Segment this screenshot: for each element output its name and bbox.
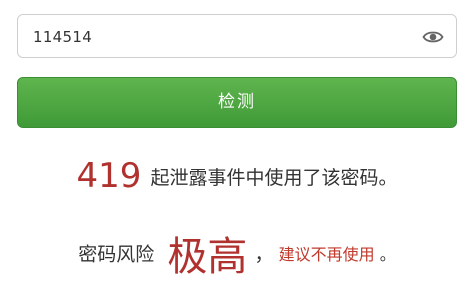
- risk-separator: ，: [254, 243, 274, 266]
- password-input[interactable]: 114514: [17, 14, 457, 58]
- leak-text: 起泄露事件中使用了该密码。: [150, 166, 398, 189]
- risk-label: 密码风险: [78, 243, 155, 266]
- risk-level: 极高: [167, 234, 248, 280]
- risk-advice: 建议不再使用: [278, 245, 375, 264]
- eye-icon[interactable]: [422, 27, 444, 47]
- leak-summary: 419 起泄露事件中使用了该密码。: [0, 156, 474, 196]
- risk-summary: 密码风险 极高 ， 建议不再使用 。: [0, 224, 474, 282]
- check-button[interactable]: 检测: [17, 77, 457, 128]
- risk-period: 。: [379, 245, 396, 264]
- leak-count: 419: [76, 156, 142, 196]
- password-value[interactable]: 114514: [33, 15, 92, 59]
